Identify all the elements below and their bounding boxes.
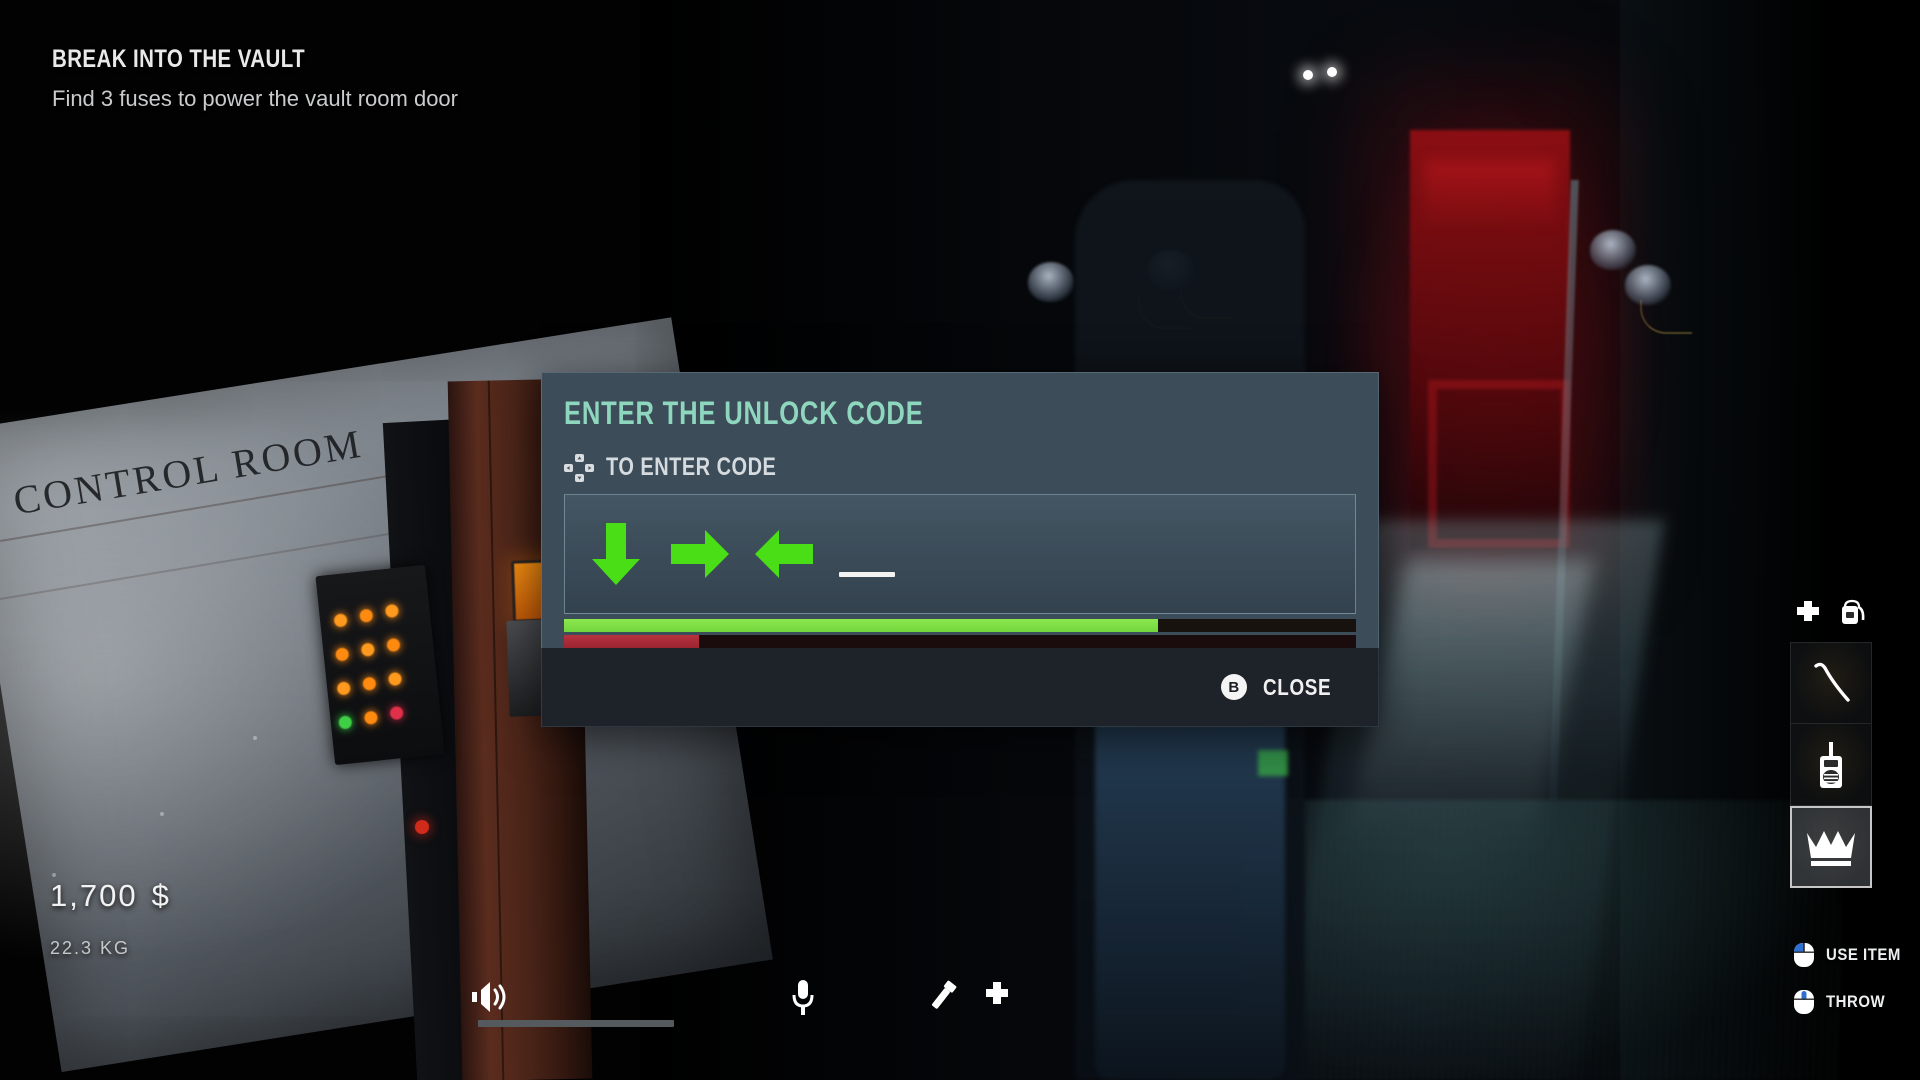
corridor-carpet — [1240, 800, 1840, 1080]
crown-icon — [1803, 825, 1859, 869]
code-slot-empty — [835, 519, 897, 589]
progress-bar-red-fill — [564, 635, 699, 648]
flashlight-icon — [926, 978, 960, 1012]
close-button[interactable]: B CLOSE — [1220, 673, 1346, 701]
weight-display: 22.3 KG — [50, 938, 131, 958]
microphone-control[interactable] — [790, 978, 816, 1018]
objective-panel: BREAK INTO THE VAULT Find 3 fuses to pow… — [52, 45, 458, 112]
code-arrow-down — [583, 519, 649, 589]
money-amount: 1,700 — [50, 878, 138, 913]
dialog-body — [541, 494, 1379, 648]
dialog-title: ENTER THE UNLOCK CODE — [564, 395, 924, 431]
bottom-hud-cluster — [470, 978, 1012, 1027]
mouse-left-click-icon — [1793, 942, 1815, 968]
inventory-slot-walkie-talkie[interactable] — [1790, 724, 1872, 806]
ceiling-light — [1327, 67, 1337, 77]
player-held-item — [1258, 750, 1288, 776]
prompt-label: USE ITEM — [1826, 945, 1901, 964]
inventory-slot-list — [1790, 642, 1872, 888]
inventory-slot-crown[interactable] — [1790, 806, 1872, 888]
close-button-label: CLOSE — [1262, 673, 1332, 700]
currency-symbol: $ — [151, 878, 171, 913]
money-display: 1,700 $ — [50, 878, 171, 914]
dialog-hint-text: TO ENTER CODE — [606, 453, 777, 481]
prompt-label: THROW — [1826, 992, 1886, 1011]
health-cross-icon — [982, 980, 1012, 1010]
door-indicator-light — [415, 820, 429, 834]
action-prompt-list: USE ITEM THROW — [1793, 942, 1911, 1036]
door-keypad — [315, 564, 445, 766]
microphone-icon — [790, 978, 816, 1018]
volume-control[interactable] — [470, 978, 674, 1027]
player-legs — [1095, 700, 1285, 1080]
unlock-code-dialog: ENTER THE UNLOCK CODE TO ENTER CODE B CL… — [541, 372, 1379, 727]
wall-sconce — [1590, 230, 1636, 270]
walkie-talkie-icon — [1806, 738, 1856, 792]
progress-bars — [564, 614, 1356, 648]
inventory-slot-crowbar[interactable] — [1790, 642, 1872, 724]
backpack-icon — [1837, 598, 1867, 628]
progress-bar-red-track — [564, 635, 1356, 648]
wall-sconce — [1625, 265, 1671, 305]
code-arrow-right — [667, 519, 733, 589]
prompt-use-item[interactable]: USE ITEM — [1793, 942, 1911, 968]
volume-slider[interactable] — [478, 1020, 674, 1027]
health-cross-icon — [1793, 599, 1823, 627]
inventory-status-icons — [1793, 598, 1867, 628]
crowbar-icon — [1803, 655, 1859, 711]
dialog-header: ENTER THE UNLOCK CODE TO ENTER CODE — [541, 372, 1379, 494]
progress-bar-green-fill — [564, 619, 1158, 632]
prompt-throw[interactable]: THROW — [1793, 989, 1911, 1015]
button-glyph-b: B — [1220, 674, 1247, 700]
dialog-footer: B CLOSE — [541, 648, 1379, 727]
dialog-hint-row: TO ENTER CODE — [564, 453, 1356, 482]
progress-bar-green-track — [564, 619, 1356, 632]
ceiling-light — [1303, 70, 1313, 80]
code-input-display[interactable] — [564, 494, 1356, 614]
speaker-icon — [470, 978, 670, 1016]
dpad-icon — [564, 453, 594, 482]
wall-sconce — [1028, 262, 1074, 302]
mouse-middle-click-icon — [1793, 989, 1815, 1015]
objective-title: BREAK INTO THE VAULT — [52, 45, 306, 73]
objective-subtitle: Find 3 fuses to power the vault room doo… — [52, 86, 458, 111]
code-arrow-left — [751, 519, 817, 589]
red-door-top-glow — [1425, 160, 1555, 230]
